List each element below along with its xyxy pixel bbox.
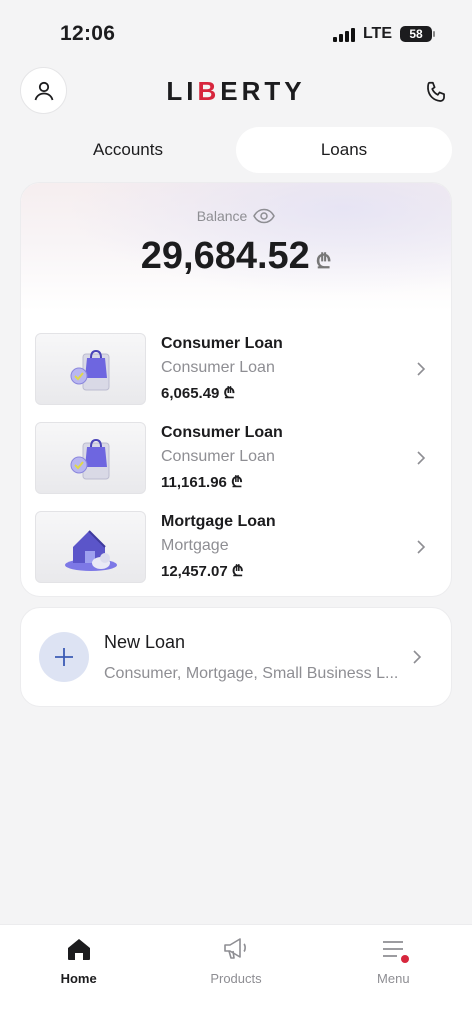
balance-section: Balance 29,684.52 ₾ <box>21 183 451 311</box>
chevron-right-icon <box>409 446 433 470</box>
loan-item[interactable]: Consumer Loan Consumer Loan 6,065.49 ₾ <box>35 333 437 405</box>
nav-home[interactable]: Home <box>0 925 157 1024</box>
loan-amount: 12,457.07 ₾ <box>161 563 244 580</box>
loan-type: Consumer Loan <box>161 359 275 376</box>
balance-label: Balance <box>196 208 248 224</box>
tab-accounts[interactable]: Accounts <box>20 127 236 173</box>
balance-label-row: Balance <box>21 208 451 224</box>
chevron-right-icon <box>409 357 433 381</box>
loans-card: Balance 29,684.52 ₾ Consumer Loan Consum… <box>20 182 452 597</box>
loan-item[interactable]: Consumer Loan Consumer Loan 11,161.96 ₾ <box>35 422 437 494</box>
liberty-logo: LIBERTY <box>0 76 472 107</box>
shopping-bag-icon <box>70 438 109 480</box>
balance-amount: 29,684.52 <box>140 235 310 277</box>
notification-dot <box>401 955 410 963</box>
loan-amount: 11,161.96 ₾ <box>161 474 243 491</box>
status-bar: 12:06 LTE 58 <box>0 0 472 70</box>
new-loan-title: New Loan <box>104 631 186 652</box>
chevron-right-icon <box>409 535 433 559</box>
loan-amount: 6,065.49 ₾ <box>161 385 236 402</box>
battery-icon: 58 <box>400 26 435 42</box>
loan-thumbnail <box>35 511 146 583</box>
loan-type: Consumer Loan <box>161 448 275 465</box>
house-icon <box>64 530 117 571</box>
loan-thumbnail <box>35 422 146 494</box>
loan-info: Mortgage Loan Mortgage 12,457.07 ₾ <box>161 513 409 581</box>
network-type: LTE <box>362 25 392 42</box>
signal-icon <box>332 26 355 42</box>
loan-info: Consumer Loan Consumer Loan 6,065.49 ₾ <box>161 335 409 403</box>
status-time: 12:06 <box>60 22 116 45</box>
balance-amount-row: 29,684.52 ₾ <box>21 235 451 278</box>
call-button[interactable] <box>422 77 452 107</box>
logo-prefix: LI <box>166 76 198 106</box>
shopping-bag-icon <box>70 349 109 391</box>
logo-suffix: ERTY <box>220 76 306 106</box>
tab-bar: Accounts Loans <box>20 127 452 173</box>
loan-type: Mortgage <box>161 537 229 554</box>
nav-menu-label: Menu <box>377 971 410 986</box>
new-loan-text: New Loan Consumer, Mortgage, Small Busin… <box>104 632 405 683</box>
status-indicators: LTE 58 <box>332 25 435 43</box>
nav-menu[interactable]: Menu <box>315 925 472 1024</box>
loan-info: Consumer Loan Consumer Loan 11,161.96 ₾ <box>161 424 409 492</box>
phone-icon <box>427 81 445 102</box>
nav-home-label: Home <box>60 971 97 986</box>
home-icon <box>65 935 93 963</box>
nav-products[interactable]: Products <box>157 925 314 1024</box>
new-loan-subtitle: Consumer, Mortgage, Small Business L... <box>104 664 399 682</box>
loan-title: Consumer Loan <box>161 424 283 441</box>
bottom-nav: Home Products Menu <box>0 924 472 1024</box>
chevron-right-icon <box>405 645 429 669</box>
loan-title: Mortgage Loan <box>161 513 276 530</box>
tab-loans[interactable]: Loans <box>236 127 452 173</box>
loan-title: Consumer Loan <box>161 335 283 352</box>
nav-products-label: Products <box>210 971 262 986</box>
logo-accent: B <box>197 76 221 106</box>
plus-icon <box>39 632 89 682</box>
eye-icon[interactable] <box>253 208 276 224</box>
loan-thumbnail <box>35 333 146 405</box>
balance-currency: ₾ <box>315 251 332 273</box>
menu-icon <box>379 935 410 963</box>
new-loan-button[interactable]: New Loan Consumer, Mortgage, Small Busin… <box>20 607 452 707</box>
header: LIBERTY <box>0 67 472 115</box>
megaphone-icon <box>222 935 250 963</box>
loan-item[interactable]: Mortgage Loan Mortgage 12,457.07 ₾ <box>35 511 437 583</box>
loan-list: Consumer Loan Consumer Loan 6,065.49 ₾ C… <box>21 311 451 583</box>
